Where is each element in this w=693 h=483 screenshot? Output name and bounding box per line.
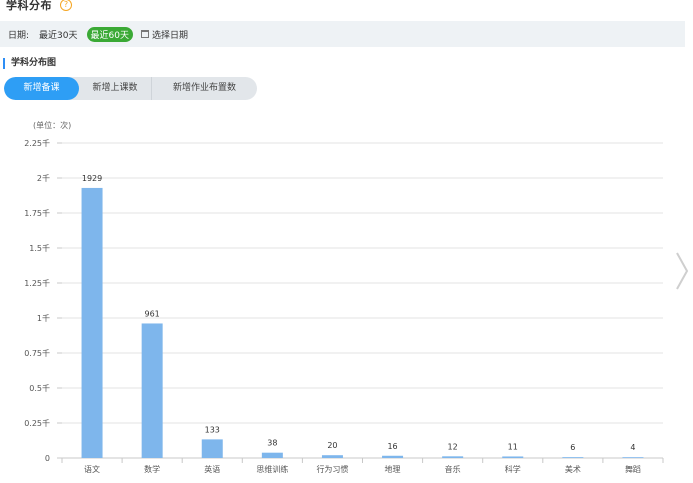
x-tick-label: 美术 <box>565 464 581 474</box>
date-picker-button[interactable]: 选择日期 <box>140 28 188 41</box>
x-tick-label: 语文 <box>84 464 100 474</box>
help-icon[interactable]: ? <box>60 0 72 11</box>
tab-new-classes[interactable]: 新增上课数 <box>79 77 151 100</box>
filter-option-30-days[interactable]: 最近30天 <box>39 28 77 41</box>
subject-distribution-chart: (单位：次) 0 0.25千 0.5千 0.75千 1千 1.25千 1.5千 1.75千 2千… <box>24 120 664 474</box>
page: 学科分布 ? 日期: 最近30天 最近60天 选择日期 学科分布图 新增备课 新… <box>0 0 693 483</box>
bar <box>201 439 223 458</box>
bar-value-label: 11 <box>508 442 518 451</box>
bar-value-label: 12 <box>448 442 458 451</box>
x-tick-label: 舞蹈 <box>625 464 641 474</box>
bar <box>141 323 163 458</box>
chart-labels: 0 0.25千 0.5千 0.75千 1千 1.25千 1.5千 1.75千 2千 2.25千 19… <box>24 138 641 474</box>
bar-value-label: 4 <box>630 443 635 452</box>
bar <box>261 452 283 458</box>
chevron-right-icon[interactable] <box>674 251 690 291</box>
bar <box>502 456 524 458</box>
x-tick-label: 行为习惯 <box>316 464 348 474</box>
tab-new-homework[interactable]: 新增作业布置数 <box>151 77 257 100</box>
date-picker-label: 选择日期 <box>151 30 188 41</box>
date-filter-bar: 日期: 最近30天 最近60天 选择日期 <box>0 21 685 47</box>
bar <box>81 187 103 458</box>
y-tick-label: 0.5千 <box>29 383 50 393</box>
y-tick-label: 1.5千 <box>29 243 50 253</box>
y-tick-label: 0.75千 <box>24 348 50 358</box>
y-tick-label: 2.25千 <box>24 138 50 148</box>
x-tick-label: 音乐 <box>445 464 461 474</box>
y-tick-label: 1.75千 <box>24 208 50 218</box>
bar-value-label: 133 <box>205 425 220 434</box>
bar-value-label: 16 <box>387 442 397 451</box>
calendar-icon <box>140 30 149 38</box>
section-title: 学科分布图 <box>3 58 56 69</box>
chart-bars <box>81 187 644 458</box>
tab-new-lesson-prep[interactable]: 新增备课 <box>4 77 79 100</box>
bar-value-label: 1929 <box>82 174 102 183</box>
y-tick-label: 0.25千 <box>24 418 50 428</box>
y-tick-label: 2千 <box>37 173 50 183</box>
x-tick-label: 科学 <box>505 464 521 474</box>
date-filter-label: 日期: <box>8 30 30 41</box>
bar <box>442 456 464 458</box>
header: 学科分布 ? <box>6 0 72 14</box>
page-title: 学科分布 <box>6 0 52 12</box>
chart-tabs: 新增备课 新增上课数 新增作业布置数 <box>4 77 257 100</box>
bar-value-label: 20 <box>327 441 337 450</box>
bar <box>562 457 584 458</box>
bar <box>321 455 343 458</box>
bar-value-label: 961 <box>145 309 160 318</box>
x-tick-label: 英语 <box>204 464 220 474</box>
y-tick-label: 0 <box>45 454 50 463</box>
y-tick-label: 1千 <box>37 313 50 323</box>
x-tick-label: 数学 <box>144 464 160 474</box>
x-tick-label: 思维训练 <box>256 464 288 474</box>
bar-value-label: 6 <box>570 443 575 452</box>
filter-option-60-days[interactable]: 最近60天 <box>86 26 133 42</box>
y-tick-label: 1.25千 <box>24 278 50 288</box>
bar <box>622 457 644 458</box>
bar-value-label: 38 <box>267 439 277 448</box>
x-tick-label: 地理 <box>385 464 401 474</box>
chart-unit-label: (单位：次) <box>33 120 71 130</box>
bar <box>382 455 404 458</box>
